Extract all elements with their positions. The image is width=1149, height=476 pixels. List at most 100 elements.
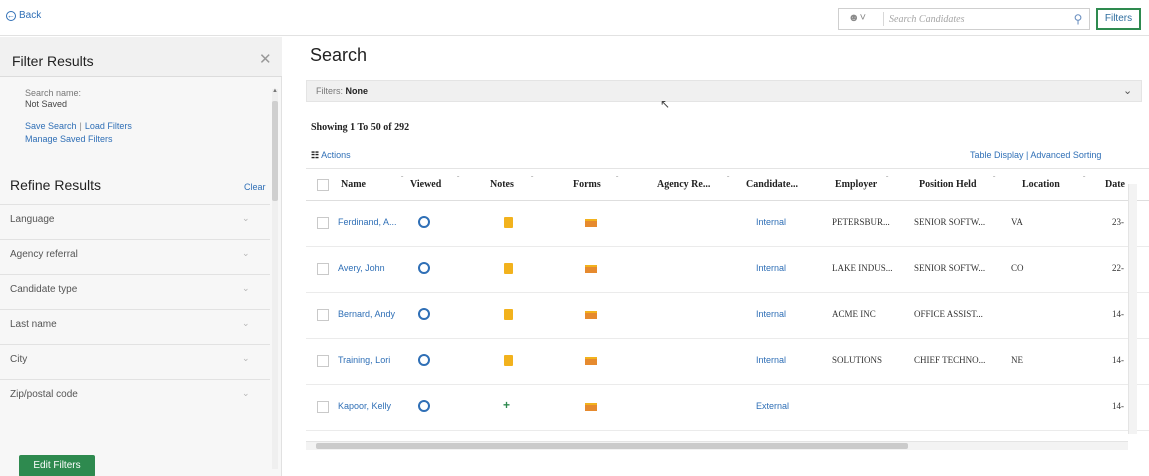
facet-last-name[interactable]: Last name ⌄	[0, 309, 270, 339]
row-checkbox[interactable]	[317, 309, 329, 321]
manage-saved-filters-link[interactable]: Manage Saved Filters	[25, 134, 113, 144]
employer: ACME INC	[832, 309, 876, 319]
candidate-name-link[interactable]: Training, Lori	[338, 355, 390, 365]
column-label: Date	[1105, 179, 1125, 190]
position-held: SENIOR SOFTW...	[914, 217, 986, 227]
search-results-panel: Search Filters: None ⌄ ↖ Showing 1 To 50…	[290, 37, 1149, 476]
column-header-location[interactable]: Location ˇ	[1022, 175, 1085, 190]
column-label: Agency Re...	[657, 179, 711, 190]
facet-zip-postal-code[interactable]: Zip/postal code ⌄	[0, 379, 270, 409]
column-header-agency-referral[interactable]: Agency Re... ˇ	[657, 175, 729, 190]
table-display-link[interactable]: Table Display	[970, 150, 1024, 160]
note-icon[interactable]	[504, 309, 513, 320]
column-header-name[interactable]: Name ˇ	[341, 175, 403, 190]
candidate-type[interactable]: Internal	[756, 309, 786, 319]
chevron-down-icon[interactable]: ⌄	[1123, 84, 1132, 97]
facet-city[interactable]: City ⌄	[0, 344, 270, 374]
facet-language[interactable]: Language ⌄	[0, 204, 270, 234]
note-icon[interactable]	[504, 355, 513, 366]
scrollbar-thumb[interactable]	[272, 101, 278, 201]
candidate-type[interactable]: Internal	[756, 263, 786, 273]
search-icon[interactable]: ⚲	[1070, 11, 1086, 27]
form-icon[interactable]	[585, 357, 597, 365]
search-input[interactable]	[889, 10, 1059, 28]
date: 14-	[1112, 401, 1124, 411]
form-icon[interactable]	[585, 311, 597, 319]
column-label: Candidate...	[746, 179, 798, 190]
select-all-checkbox[interactable]	[317, 179, 329, 191]
chevron-down-icon: ⌄	[242, 283, 250, 293]
sort-icon: ˇ	[616, 175, 619, 183]
scroll-up-icon[interactable]: ▲	[272, 88, 278, 94]
filters-value: None	[345, 86, 369, 96]
column-label: Location	[1022, 179, 1060, 190]
form-icon[interactable]	[585, 265, 597, 273]
note-icon[interactable]	[504, 217, 513, 228]
advanced-sorting-link[interactable]: Advanced Sorting	[1030, 150, 1101, 160]
sidebar-scrollbar[interactable]: ▲	[272, 88, 278, 469]
candidate-name-link[interactable]: Bernard, Andy	[338, 309, 395, 319]
column-header-candidate-type[interactable]: Candidate...	[746, 179, 798, 190]
candidate-search-box: ☻˅ ⚲	[838, 8, 1090, 30]
close-icon[interactable]: ✕	[259, 50, 272, 68]
table-row[interactable]: Ferdinand, A... Internal PETERSBUR... SE…	[306, 201, 1149, 247]
results-count: Showing 1 To 50 of 292	[311, 122, 410, 133]
back-arrow-icon: ←	[6, 10, 16, 21]
viewed-icon	[418, 262, 430, 274]
row-checkbox[interactable]	[317, 263, 329, 275]
filters-summary: Filters: None	[316, 86, 368, 96]
facet-label: Candidate type	[10, 284, 78, 295]
save-search-link[interactable]: Save Search	[25, 121, 77, 131]
candidate-name-link[interactable]: Kapoor, Kelly	[338, 401, 391, 411]
row-checkbox[interactable]	[317, 217, 329, 229]
form-icon[interactable]	[585, 403, 597, 411]
table-row[interactable]: Bernard, Andy Internal ACME INC OFFICE A…	[306, 293, 1149, 339]
display-links: Table Display | Advanced Sorting	[970, 150, 1102, 160]
column-header-viewed[interactable]: Viewed ˇ	[410, 175, 459, 190]
candidate-name-link[interactable]: Avery, John	[338, 263, 385, 273]
column-label: Position Held	[919, 179, 977, 190]
clear-link[interactable]: Clear	[244, 182, 266, 192]
filter-sidebar: Filter Results ✕ ▲ Search name: Not Save…	[0, 37, 282, 476]
column-header-date[interactable]: Date	[1105, 179, 1125, 190]
user-dropdown[interactable]: ☻˅	[848, 12, 878, 26]
column-header-notes[interactable]: Notes ˇ	[490, 175, 533, 190]
search-name-value: Not Saved	[25, 99, 68, 109]
form-icon[interactable]	[585, 219, 597, 227]
sort-icon: ˇ	[1083, 175, 1086, 183]
saved-search-links: Save Search | Load Filters	[25, 121, 132, 131]
column-header-position-held[interactable]: Position Held ˇ	[919, 175, 995, 190]
table-horizontal-scrollbar[interactable]	[306, 441, 1128, 450]
column-header-employer[interactable]: Employer ˇ	[835, 175, 888, 190]
column-header-forms[interactable]: Forms ˇ	[573, 175, 618, 190]
candidate-type[interactable]: Internal	[756, 217, 786, 227]
facet-label: City	[10, 354, 28, 365]
table-vertical-scrollbar[interactable]	[1128, 184, 1137, 434]
note-icon[interactable]	[504, 263, 513, 274]
filters-summary-bar[interactable]: Filters: None ⌄	[306, 80, 1142, 102]
sort-icon: ˇ	[531, 175, 534, 183]
actions-label: Actions	[321, 150, 351, 160]
edit-filters-button[interactable]: Edit Filters	[19, 455, 95, 476]
row-checkbox[interactable]	[317, 355, 329, 367]
table-row[interactable]: Training, Lori Internal SOLUTIONS CHIEF …	[306, 339, 1149, 385]
load-filters-link[interactable]: Load Filters	[85, 121, 132, 131]
add-note-icon[interactable]: +	[503, 398, 510, 412]
date: 22-	[1112, 263, 1124, 273]
row-checkbox[interactable]	[317, 401, 329, 413]
candidate-type[interactable]: Internal	[756, 355, 786, 365]
mouse-cursor-icon: ↖	[660, 97, 671, 111]
facet-candidate-type[interactable]: Candidate type ⌄	[0, 274, 270, 304]
facet-agency-referral[interactable]: Agency referral ⌄	[0, 239, 270, 269]
candidate-type[interactable]: External	[756, 401, 789, 411]
date: 14-	[1112, 355, 1124, 365]
table-row[interactable]: Kapoor, Kelly + External 14-	[306, 385, 1149, 431]
scrollbar-thumb[interactable]	[316, 443, 908, 449]
actions-menu[interactable]: ☷ Actions	[311, 150, 351, 161]
employer: LAKE INDUS...	[832, 263, 893, 273]
refine-results-title: Refine Results	[10, 177, 102, 193]
filters-button[interactable]: Filters	[1096, 8, 1141, 30]
back-link[interactable]: ← Back	[6, 10, 41, 21]
candidate-name-link[interactable]: Ferdinand, A...	[338, 217, 397, 227]
table-row[interactable]: Avery, John Internal LAKE INDUS... SENIO…	[306, 247, 1149, 293]
